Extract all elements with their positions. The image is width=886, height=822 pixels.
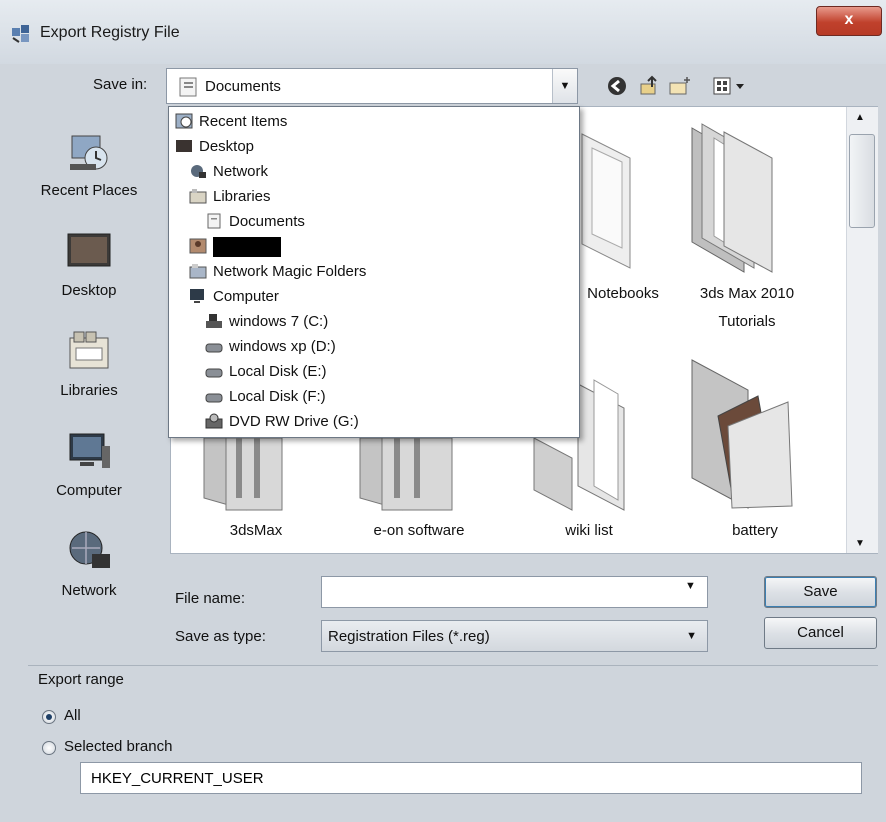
dropdown-item-desktop[interactable]: Desktop bbox=[175, 135, 254, 159]
folder-label: Notebooks bbox=[587, 285, 659, 302]
recent-items-icon bbox=[175, 113, 193, 129]
folder-label: e-on software bbox=[373, 522, 465, 539]
folder-label: wiki list bbox=[565, 522, 613, 539]
scroll-up-icon[interactable]: ▲ bbox=[855, 112, 865, 123]
documents-icon bbox=[179, 77, 197, 97]
user-icon bbox=[189, 238, 207, 254]
save-as-type-label: Save as type: bbox=[175, 628, 266, 645]
registry-editor-icon bbox=[12, 25, 29, 43]
back-icon[interactable] bbox=[606, 74, 628, 98]
dropdown-item-label: Libraries bbox=[213, 188, 271, 205]
dropdown-item-label: Recent Items bbox=[199, 113, 288, 130]
save-as-type-value: Registration Files (*.reg) bbox=[328, 628, 490, 645]
export-range-label: Export range bbox=[38, 671, 124, 688]
view-menu-icon[interactable] bbox=[712, 74, 748, 98]
redacted-username bbox=[213, 237, 281, 258]
place-network[interactable]: Network bbox=[24, 528, 154, 599]
drive-icon bbox=[205, 338, 223, 354]
folder-icon[interactable] bbox=[572, 128, 642, 270]
save-in-dropdown-list[interactable]: Recent Items Desktop Network Libraries D… bbox=[168, 106, 580, 438]
file-name-label: File name: bbox=[175, 590, 246, 607]
selected-branch-input[interactable] bbox=[80, 762, 862, 794]
desktop-icon bbox=[175, 138, 193, 154]
dropdown-item-network-magic-folders[interactable]: Network Magic Folders bbox=[189, 260, 366, 284]
selected-branch-radio-label[interactable]: Selected branch bbox=[64, 738, 172, 755]
folder-label: 3dsMax bbox=[229, 522, 283, 539]
dropdown-item-label: Local Disk (F:) bbox=[229, 388, 326, 405]
scroll-thumb[interactable] bbox=[849, 134, 875, 228]
folder-label: battery bbox=[732, 522, 778, 539]
network-folders-icon bbox=[189, 263, 207, 279]
dropdown-item-computer[interactable]: Computer bbox=[189, 285, 279, 309]
place-computer[interactable]: Computer bbox=[24, 428, 154, 499]
selected-branch-radio[interactable] bbox=[42, 741, 56, 755]
place-label: Network bbox=[61, 582, 117, 599]
dropdown-item-label: Documents bbox=[229, 213, 305, 230]
save-in-value: Documents bbox=[205, 78, 281, 95]
dropdown-item-label: Desktop bbox=[199, 138, 255, 155]
dropdown-item-label: Network Magic Folders bbox=[213, 263, 367, 280]
dropdown-item-drive-e[interactable]: Local Disk (E:) bbox=[205, 360, 327, 384]
chevron-down-icon[interactable]: ▼ bbox=[552, 69, 577, 103]
dropdown-item-documents[interactable]: Documents bbox=[205, 210, 305, 234]
libraries-icon bbox=[66, 328, 112, 374]
folder-label-line2: Tutorials bbox=[718, 313, 776, 330]
network-icon bbox=[66, 528, 112, 574]
dropdown-item-label: windows 7 (C:) bbox=[229, 313, 329, 330]
folder-icon[interactable] bbox=[354, 438, 458, 512]
dvd-drive-icon bbox=[205, 413, 223, 429]
system-drive-icon bbox=[205, 313, 223, 329]
dropdown-item-label: Local Disk (E:) bbox=[229, 363, 327, 380]
save-in-label: Save in: bbox=[93, 76, 148, 93]
dropdown-item-user-folder[interactable] bbox=[189, 235, 281, 259]
save-as-type-select[interactable]: Registration Files (*.reg) ▼ bbox=[321, 620, 708, 652]
computer-icon bbox=[189, 288, 207, 304]
window-title: Export Registry File bbox=[40, 24, 180, 41]
scroll-down-icon[interactable]: ▼ bbox=[855, 538, 865, 549]
place-label: Desktop bbox=[61, 282, 117, 299]
chevron-down-icon[interactable]: ▼ bbox=[685, 580, 696, 592]
cancel-button[interactable]: Cancel bbox=[764, 617, 877, 649]
desktop-icon bbox=[66, 228, 112, 274]
dropdown-item-label: Computer bbox=[213, 288, 279, 305]
new-folder-icon[interactable] bbox=[668, 74, 692, 98]
all-radio[interactable] bbox=[42, 710, 56, 724]
folder-icon[interactable] bbox=[688, 356, 798, 512]
close-button[interactable]: x bbox=[816, 6, 882, 36]
place-libraries[interactable]: Libraries bbox=[24, 328, 154, 399]
place-label: Libraries bbox=[60, 382, 118, 399]
place-label: Computer bbox=[56, 482, 122, 499]
folder-icon[interactable] bbox=[688, 118, 778, 276]
folder-icon[interactable] bbox=[196, 438, 296, 512]
dropdown-item-label: windows xp (D:) bbox=[229, 338, 336, 355]
place-label: Recent Places bbox=[40, 182, 138, 199]
network-icon bbox=[189, 163, 207, 179]
save-in-dropdown[interactable]: Documents ▼ bbox=[166, 68, 578, 104]
recent-places-icon bbox=[66, 128, 112, 174]
dropdown-item-label: Network bbox=[213, 163, 269, 180]
file-name-input[interactable] bbox=[321, 576, 708, 608]
dropdown-item-drive-f[interactable]: Local Disk (F:) bbox=[205, 385, 326, 409]
dropdown-item-drive-c[interactable]: windows 7 (C:) bbox=[205, 310, 328, 334]
up-folder-icon[interactable] bbox=[638, 74, 660, 98]
place-desktop[interactable]: Desktop bbox=[24, 228, 154, 299]
place-recent-places[interactable]: Recent Places bbox=[24, 128, 154, 199]
save-button[interactable]: Save bbox=[764, 576, 877, 608]
computer-icon bbox=[66, 428, 112, 474]
dropdown-item-libraries[interactable]: Libraries bbox=[189, 185, 271, 209]
dropdown-item-network[interactable]: Network bbox=[189, 160, 268, 184]
libraries-icon bbox=[189, 188, 207, 204]
drive-icon bbox=[205, 363, 223, 379]
dropdown-item-drive-d[interactable]: windows xp (D:) bbox=[205, 335, 336, 359]
all-radio-label[interactable]: All bbox=[64, 707, 81, 724]
chevron-down-icon[interactable]: ▼ bbox=[686, 630, 697, 642]
drive-icon bbox=[205, 388, 223, 404]
folder-label: 3ds Max 2010 bbox=[699, 285, 795, 302]
dropdown-item-label: DVD RW Drive (G:) bbox=[229, 413, 359, 430]
documents-icon bbox=[205, 213, 223, 229]
dropdown-item-recent-items[interactable]: Recent Items bbox=[175, 110, 287, 134]
dropdown-item-drive-g[interactable]: DVD RW Drive (G:) bbox=[205, 410, 359, 434]
